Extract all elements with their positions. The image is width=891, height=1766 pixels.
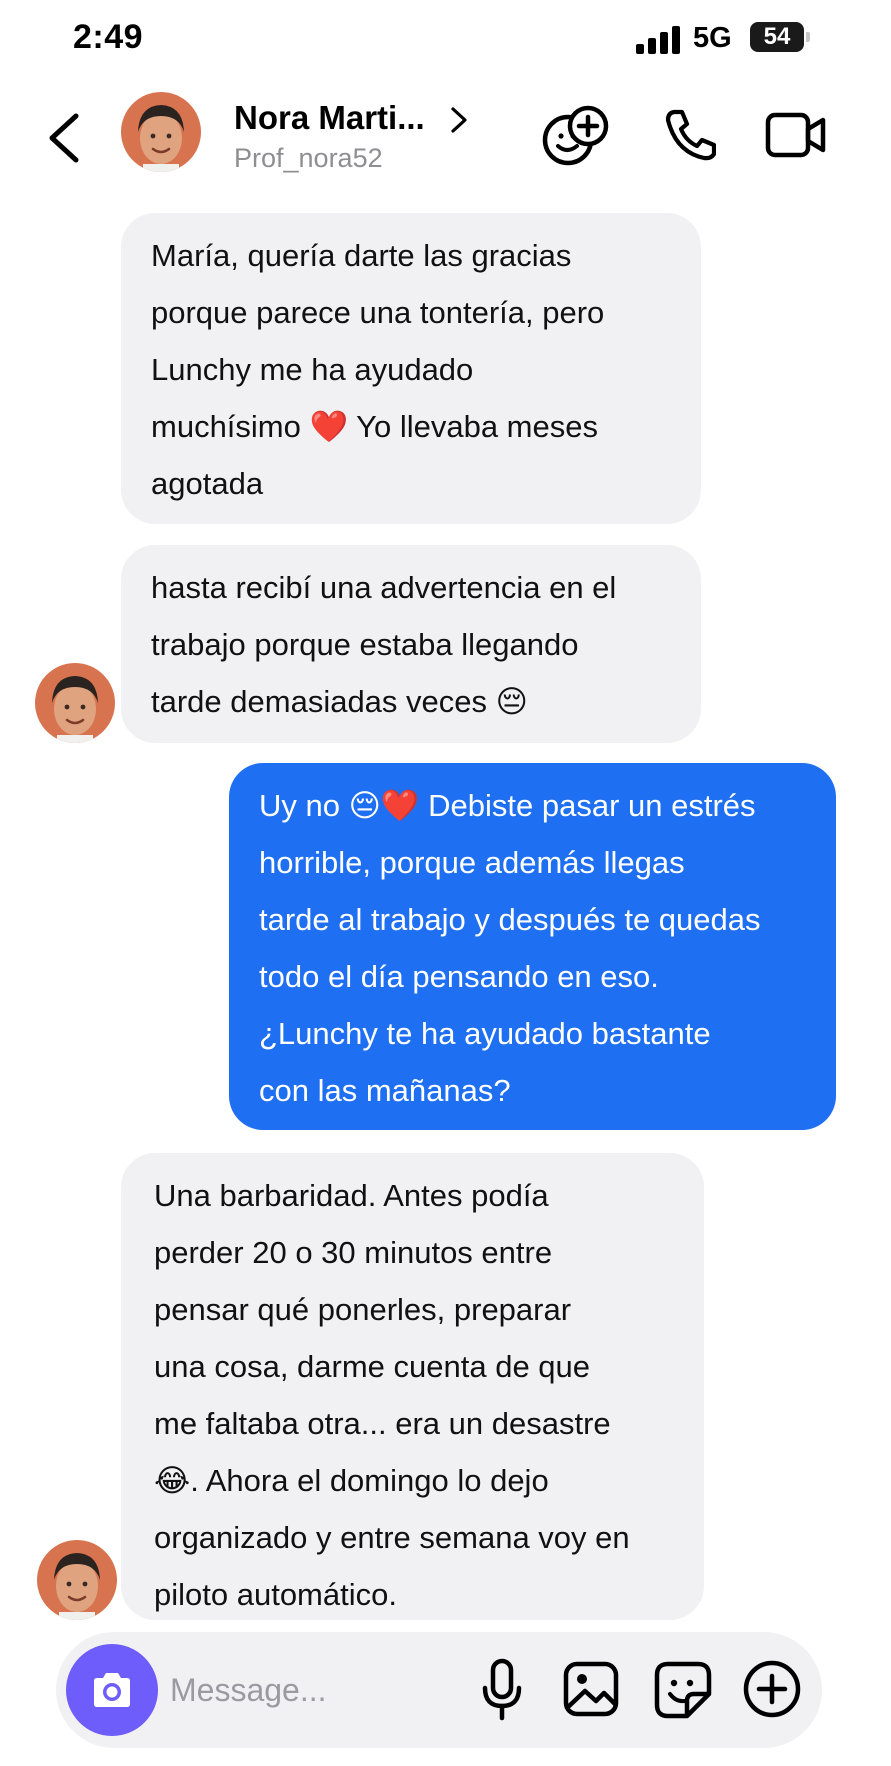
image-icon[interactable] (563, 1661, 619, 1717)
message-bubble-incoming[interactable]: Una barbaridad. Antes podía perder 20 o 3… (121, 1153, 704, 1620)
message-line: muchísimo ❤️ Yo llevaba meses (151, 409, 598, 444)
message-line: piloto automático. (154, 1577, 397, 1612)
battery-tip (806, 32, 810, 42)
microphone-icon[interactable] (482, 1658, 522, 1722)
message-line: pensar qué ponerles, preparar (154, 1292, 572, 1327)
sticker-icon[interactable] (654, 1661, 712, 1719)
message-line: trabajo porque estaba llegando (151, 627, 579, 662)
message-line: tarde al trabajo y después te quedas (259, 902, 761, 937)
message-bubble-incoming[interactable]: María, quería darte las gracias porque pa… (121, 213, 701, 524)
message-line: una cosa, darme cuenta de que (154, 1349, 591, 1384)
avatar[interactable] (35, 663, 115, 743)
message-line: Una barbaridad. Antes podía (154, 1178, 549, 1213)
battery-icon: 54 (750, 22, 804, 52)
video-camera-icon[interactable] (765, 111, 827, 159)
message-line: ¿Lunchy te ha ayudado bastante (259, 1016, 711, 1051)
chevron-left-icon[interactable] (46, 112, 82, 164)
add-person-icon[interactable] (541, 104, 611, 168)
message-line: perder 20 o 30 minutos entre (154, 1235, 553, 1270)
message-line: me faltaba otra... era un desastre (154, 1406, 611, 1441)
phone-icon[interactable] (664, 108, 716, 162)
chat-screen: 2:49 5G 54 Nora Marti... Prof_nora52 Mar… (0, 0, 891, 1766)
message-line: con las mañanas? (259, 1073, 511, 1108)
avatar[interactable] (37, 1540, 117, 1620)
message-line: horrible, porque además llegas (259, 845, 685, 880)
message-line: porque parece una tontería, pero (151, 295, 605, 330)
network-type: 5G (693, 22, 732, 54)
message-input[interactable] (170, 1660, 470, 1720)
contact-name[interactable]: Nora Marti... (234, 99, 425, 137)
message-line: agotada (151, 466, 264, 501)
status-time: 2:49 (73, 18, 144, 56)
avatar[interactable] (121, 92, 201, 172)
message-bubble-outgoing[interactable]: Uy no 😔❤️ Debiste pasar un estrés horribl… (229, 763, 836, 1130)
plus-circle-icon[interactable] (742, 1659, 802, 1719)
camera-button[interactable] (66, 1644, 158, 1736)
contact-handle: Prof_nora52 (234, 143, 383, 173)
message-line: todo el día pensando en eso. (259, 959, 659, 994)
message-line: Uy no 😔❤️ Debiste pasar un estrés (259, 788, 756, 823)
chevron-right-icon[interactable] (450, 106, 468, 134)
message-bubble-incoming[interactable]: hasta recibí una advertencia en el trabaj… (121, 545, 701, 743)
message-line: Lunchy me ha ayudado (151, 352, 474, 387)
message-line: 😂. Ahora el domingo lo dejo (154, 1463, 549, 1498)
camera-icon (94, 1673, 130, 1707)
message-line: organizado y entre semana voy en (154, 1520, 630, 1555)
message-line: María, quería darte las gracias (151, 238, 572, 273)
message-line: hasta recibí una advertencia en el (151, 570, 617, 605)
message-line: tarde demasiadas veces 😔 (151, 684, 528, 719)
signal-icon (636, 26, 682, 54)
